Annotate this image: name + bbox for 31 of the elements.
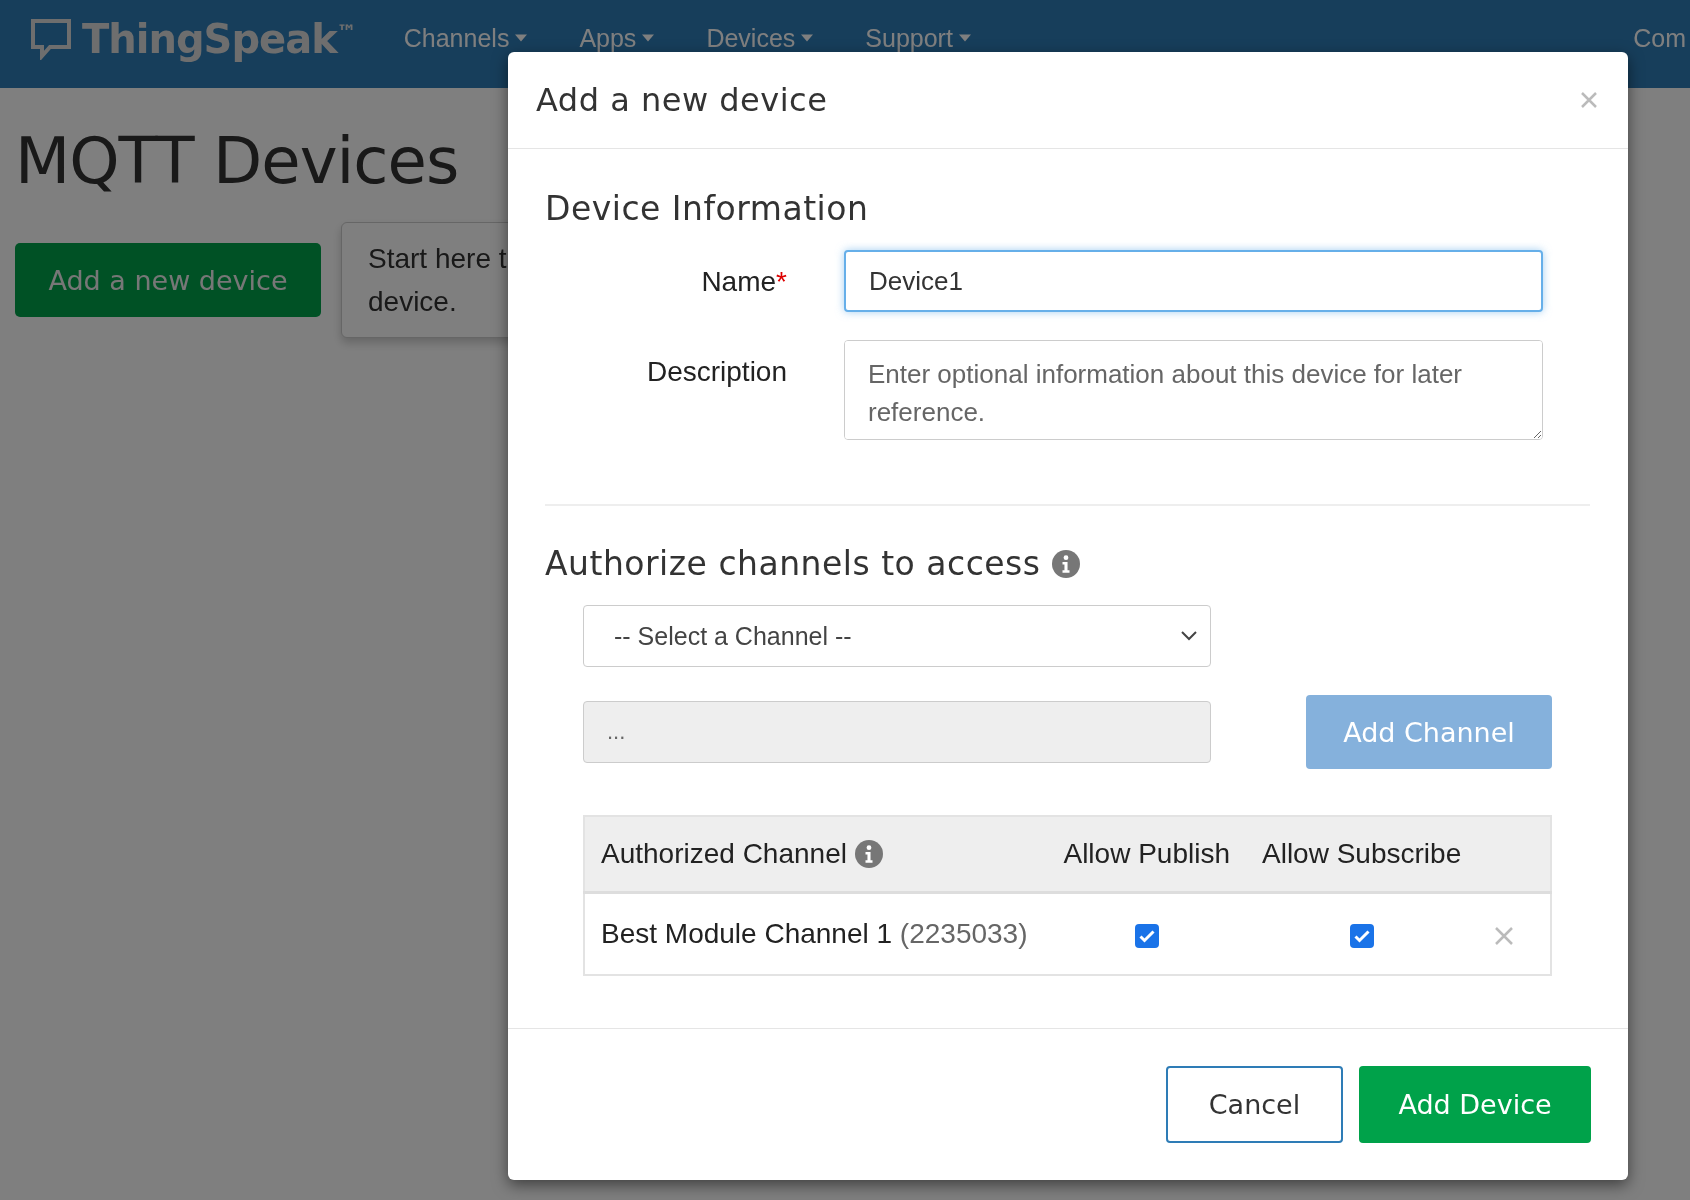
caret-icon — [642, 34, 655, 42]
nav-menu[interactable]: Channels — [403, 24, 528, 52]
checkbox[interactable] — [1350, 923, 1374, 948]
channel-select[interactable]: -- Select a Channel -- — [583, 605, 1211, 667]
nav-menu[interactable]: Com — [1633, 24, 1686, 52]
info-icon — [1052, 549, 1081, 578]
checkbox[interactable] — [1134, 923, 1159, 948]
column-header: Authorized Channel — [601, 838, 847, 870]
name-input[interactable]: Device1 — [844, 250, 1543, 312]
field-label: Description — [645, 355, 787, 388]
column-header: Allow Subscribe — [1262, 838, 1462, 869]
chevron-down-icon — [1180, 630, 1198, 642]
add-device-button[interactable]: Add Device — [1359, 1066, 1591, 1143]
add-device-button[interactable]: Add a new device — [15, 243, 321, 317]
nav-menu[interactable]: Apps — [579, 24, 655, 52]
field-label: Name* — [700, 265, 787, 298]
cancel-button[interactable]: Cancel — [1166, 1066, 1343, 1143]
page-title: MQTT Devices — [15, 124, 460, 198]
table-cell: Best Module Channel 1 (2235033) — [601, 918, 1028, 949]
info-icon — [854, 840, 883, 868]
nav-menu[interactable]: Devices — [706, 24, 814, 52]
column-header: Allow Publish — [1063, 838, 1230, 869]
chat-bubble-icon — [30, 18, 72, 60]
brand-logo[interactable]: ThingSpeak$^{™}$ — [82, 16, 356, 62]
caret-icon — [958, 34, 971, 42]
caret-icon — [801, 34, 814, 42]
dialog-title: Add a new device — [536, 81, 828, 119]
section-title: Authorize channels to access — [545, 544, 1041, 583]
nav-menu[interactable]: Support — [865, 24, 971, 52]
description-input[interactable]: Enter optional information about this device for later reference. — [844, 340, 1543, 440]
caret-icon — [515, 34, 528, 42]
